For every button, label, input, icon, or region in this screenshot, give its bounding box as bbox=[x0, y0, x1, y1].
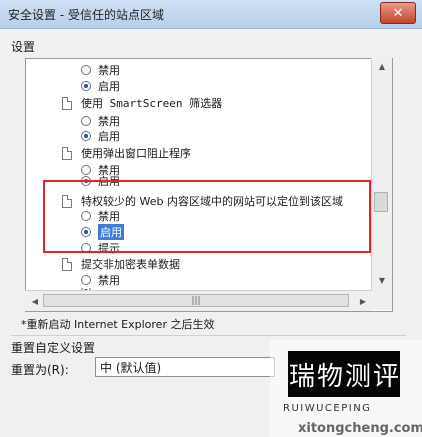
settings-label: 设置 bbox=[11, 40, 36, 54]
radio-disable[interactable] bbox=[81, 65, 91, 75]
highlight-box bbox=[43, 180, 371, 253]
document-icon bbox=[62, 96, 72, 110]
scroll-down-icon[interactable]: ▼ bbox=[372, 272, 392, 288]
setting-submit-unencrypted: 提交非加密表单数据 bbox=[62, 256, 180, 272]
setting-label: 使用弹出窗口阻止程序 bbox=[81, 147, 191, 160]
scroll-thumb-horizontal[interactable]: ||| bbox=[43, 294, 349, 307]
option-label: 禁用 bbox=[98, 274, 120, 287]
radio-enable[interactable] bbox=[81, 131, 91, 141]
watermark-char: 测 bbox=[344, 361, 371, 392]
watermark-char: 瑞 bbox=[288, 361, 315, 392]
scroll-right-icon[interactable]: ▶ bbox=[353, 293, 373, 309]
list-item[interactable]: 启用 bbox=[81, 128, 120, 144]
watermark-char: 评 bbox=[372, 361, 399, 392]
close-icon: ✕ bbox=[392, 5, 404, 21]
option-label: 禁用 bbox=[98, 115, 120, 128]
scroll-up-icon[interactable]: ▲ bbox=[372, 58, 392, 74]
horizontal-scrollbar[interactable]: ◀ ||| ▶ bbox=[25, 290, 372, 311]
radio-disable[interactable] bbox=[81, 275, 91, 285]
setting-smartscreen: 使用 SmartScreen 筛选器 bbox=[62, 95, 222, 111]
setting-popup-blocker: 使用弹出窗口阻止程序 bbox=[62, 145, 191, 161]
setting-label: 提交非加密表单数据 bbox=[81, 258, 180, 271]
radio-disable[interactable] bbox=[81, 116, 91, 126]
document-icon bbox=[62, 146, 72, 160]
watermark-subtitle: RUIWUCEPING bbox=[283, 403, 372, 414]
reset-section-title: 重置自定义设置 bbox=[11, 341, 96, 355]
radio-enable[interactable] bbox=[81, 81, 91, 91]
list-item[interactable]: 启用 bbox=[81, 78, 120, 94]
list-item[interactable]: 禁用 bbox=[81, 272, 120, 288]
title-bar: 安全设置 - 受信任的站点区域 ✕ bbox=[0, 0, 422, 29]
watermark-url: xitongcheng.com bbox=[298, 421, 422, 436]
option-label: 启用 bbox=[98, 130, 120, 143]
watermark-char: 物 bbox=[316, 361, 343, 392]
vertical-scrollbar[interactable]: ▲ ▼ bbox=[371, 58, 392, 310]
scroll-left-icon[interactable]: ◀ bbox=[25, 293, 45, 309]
option-label: 禁用 bbox=[98, 64, 120, 77]
window-title: 安全设置 - 受信任的站点区域 bbox=[8, 8, 164, 22]
reset-label: 重置为(R): bbox=[11, 363, 69, 377]
close-button[interactable]: ✕ bbox=[380, 2, 416, 24]
radio-disable[interactable] bbox=[81, 165, 91, 175]
scroll-thumb[interactable] bbox=[374, 192, 388, 212]
reset-level-value: 中 (默认值) bbox=[100, 360, 162, 375]
divider bbox=[11, 335, 406, 336]
reset-level-select[interactable]: 中 (默认值) bbox=[95, 357, 275, 377]
option-label: 启用 bbox=[98, 80, 120, 93]
list-item[interactable]: 禁用 bbox=[81, 62, 120, 78]
restart-note: *重新启动 Internet Explorer 之后生效 bbox=[21, 318, 215, 331]
document-icon bbox=[62, 257, 72, 271]
list-item[interactable]: 禁用 bbox=[81, 113, 120, 129]
setting-label: 使用 SmartScreen 筛选器 bbox=[81, 97, 223, 110]
watermark-logo: 瑞 物 测 评 bbox=[288, 351, 400, 397]
